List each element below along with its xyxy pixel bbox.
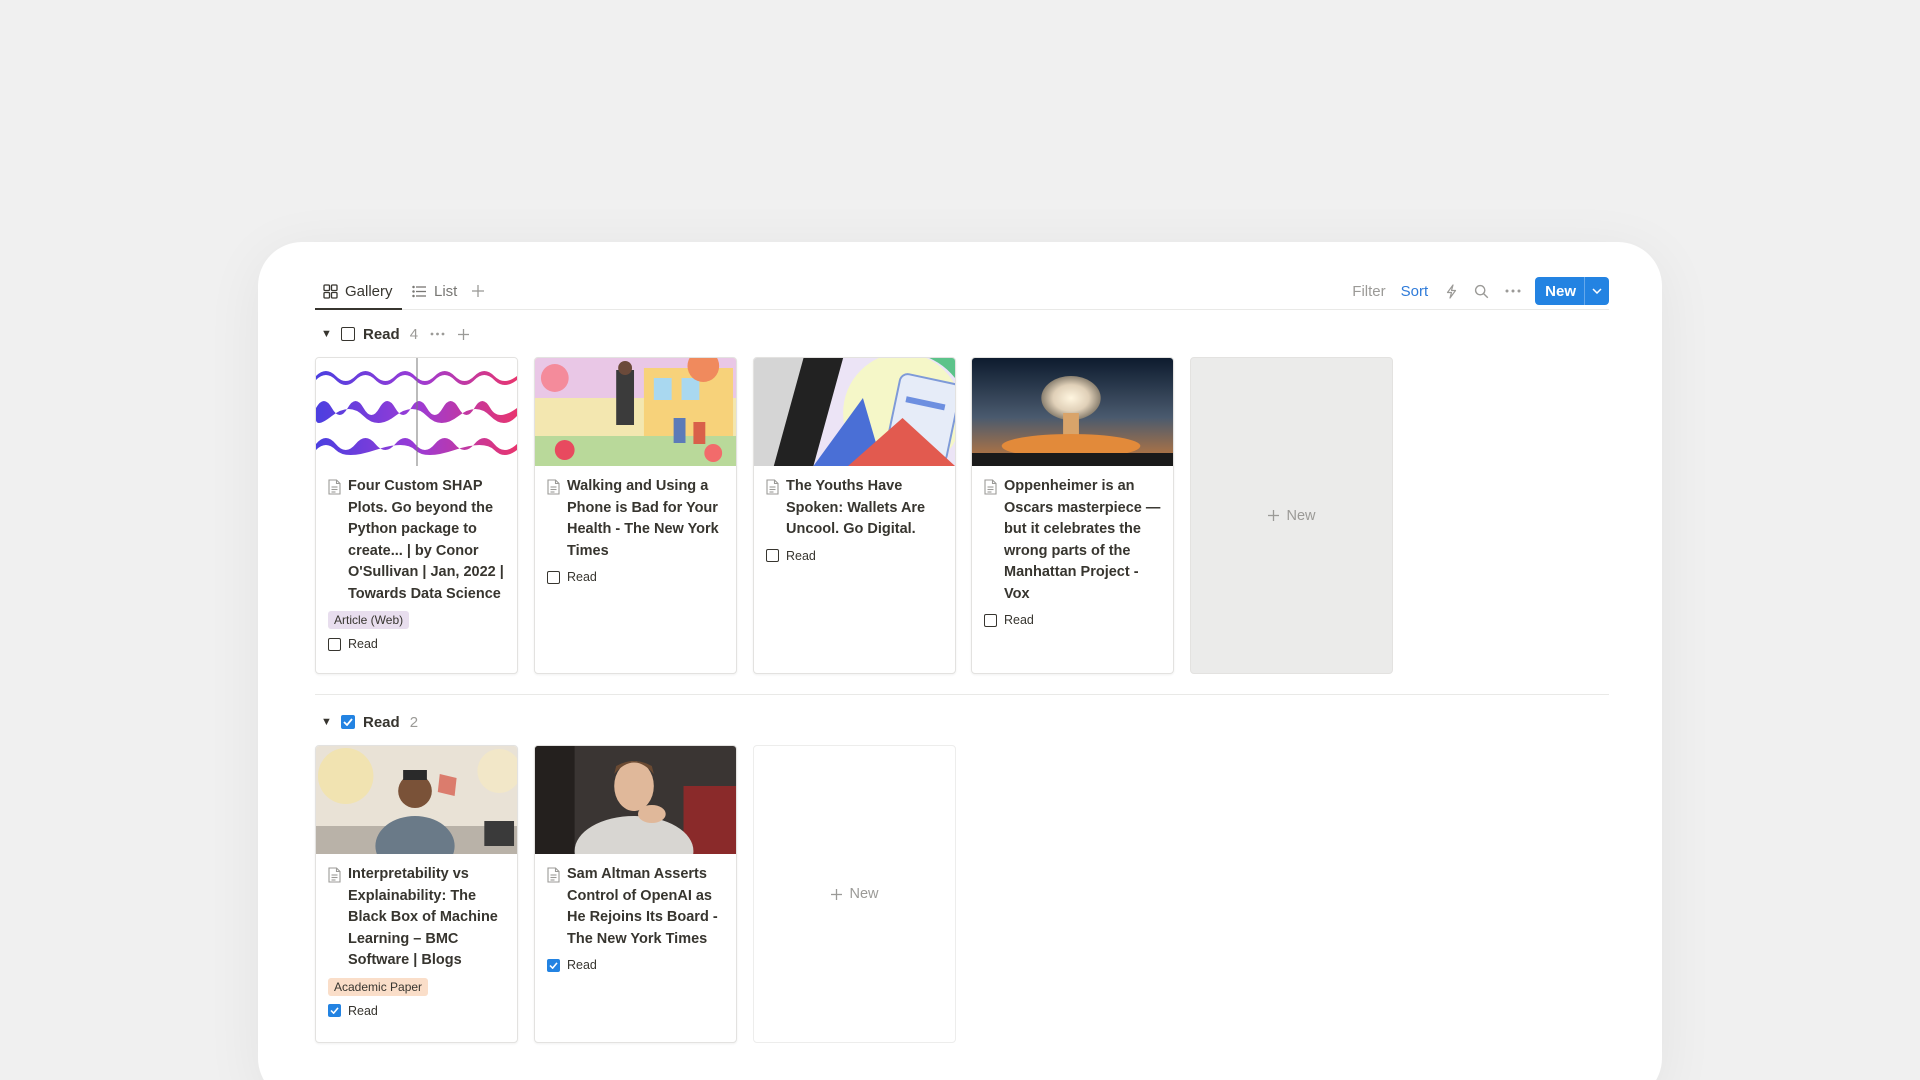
group-add-icon[interactable] xyxy=(457,328,470,341)
plus-icon xyxy=(471,284,485,298)
new-dropdown-button[interactable] xyxy=(1584,277,1609,305)
card-title: Four Custom SHAP Plots. Go beyond the Py… xyxy=(348,478,504,602)
card-title: The Youths Have Spoken: Wallets Are Unco… xyxy=(786,478,926,537)
read-property: Read xyxy=(547,570,724,584)
automation-bolt-icon[interactable] xyxy=(1446,283,1457,299)
card-body: Oppenheimer is an Oscars masterpiece — b… xyxy=(972,466,1173,639)
filter-button[interactable]: Filter xyxy=(1352,283,1385,300)
tab-list[interactable]: List xyxy=(412,272,457,310)
group-checkbox-icon xyxy=(341,715,355,729)
plus-icon xyxy=(831,888,843,900)
read-property: Read xyxy=(328,1004,505,1018)
group-checkbox-icon xyxy=(341,327,355,341)
portrait-photo-image xyxy=(535,746,736,854)
add-view-button[interactable] xyxy=(471,272,485,310)
card-body: Interpretability vs Explainability: The … xyxy=(316,854,517,1030)
card-title: Walking and Using a Phone is Bad for You… xyxy=(567,478,719,559)
group-header-read: ▼ Read 2 xyxy=(321,710,418,734)
card-body: Four Custom SHAP Plots. Go beyond the Py… xyxy=(316,466,517,663)
gallery-card[interactable]: Oppenheimer is an Oscars masterpiece — b… xyxy=(971,357,1174,674)
card-title: Oppenheimer is an Oscars masterpiece — b… xyxy=(1004,478,1161,602)
search-icon[interactable] xyxy=(1474,284,1489,299)
read-label: Read xyxy=(786,548,816,563)
read-label: Read xyxy=(567,570,597,584)
collapse-toggle-icon[interactable]: ▼ xyxy=(321,716,333,728)
tab-list-label: List xyxy=(434,282,458,300)
active-tab-indicator xyxy=(315,308,402,310)
phone-wallet-illustration-image xyxy=(754,358,955,466)
read-property: Read xyxy=(547,958,724,972)
page-icon xyxy=(547,867,560,883)
gallery-card[interactable]: Four Custom SHAP Plots. Go beyond the Py… xyxy=(315,357,518,674)
gallery-card[interactable]: Interpretability vs Explainability: The … xyxy=(315,745,518,1043)
person-holding-cube-image xyxy=(316,746,517,854)
card-title: Interpretability vs Explainability: The … xyxy=(348,866,498,968)
toolbar: Filter Sort New xyxy=(1352,276,1609,306)
page-icon xyxy=(766,479,779,495)
read-property: Read xyxy=(984,613,1161,627)
collapse-toggle-icon[interactable]: ▼ xyxy=(321,328,333,340)
group-more-icon[interactable] xyxy=(430,332,445,336)
group-label: Read xyxy=(363,325,400,343)
audio-waveform-image xyxy=(316,358,517,466)
new-button[interactable]: New xyxy=(1535,277,1584,305)
read-label: Read xyxy=(1004,613,1034,627)
tab-gallery[interactable]: Gallery xyxy=(323,272,393,310)
read-label: Read xyxy=(567,958,597,972)
illustrated-street-scene-image xyxy=(535,358,736,466)
type-tag: Academic Paper xyxy=(328,977,429,996)
read-checkbox[interactable] xyxy=(547,958,560,972)
group-count: 4 xyxy=(409,325,419,343)
read-checkbox[interactable] xyxy=(547,570,560,584)
tab-gallery-label: Gallery xyxy=(345,282,393,300)
more-options-icon[interactable] xyxy=(1505,289,1521,293)
card-title: Sam Altman Asserts Control of OpenAI as … xyxy=(567,866,718,947)
list-icon xyxy=(412,285,427,298)
read-checkbox[interactable] xyxy=(328,1004,341,1017)
group-header-unread: ▼ Read 4 xyxy=(321,322,470,346)
new-card-label: New xyxy=(1286,507,1316,524)
card-body: The Youths Have Spoken: Wallets Are Unco… xyxy=(754,466,955,575)
read-property: Read xyxy=(766,549,943,563)
read-checkbox[interactable] xyxy=(984,613,997,627)
card-body: Walking and Using a Phone is Bad for You… xyxy=(535,466,736,596)
chevron-down-icon xyxy=(1592,288,1602,294)
card-body: Sam Altman Asserts Control of OpenAI as … xyxy=(535,854,736,984)
page-icon xyxy=(984,479,997,495)
group-label: Read xyxy=(363,713,400,731)
checkmark-icon xyxy=(549,961,558,969)
read-label: Read xyxy=(348,637,378,651)
gallery-card[interactable]: Sam Altman Asserts Control of OpenAI as … xyxy=(534,745,737,1043)
gallery-card[interactable]: Walking and Using a Phone is Bad for You… xyxy=(534,357,737,674)
read-property: Read xyxy=(328,637,505,651)
mushroom-cloud-image xyxy=(972,358,1173,466)
database-panel: Gallery List Filter Sort New ▼ Read 4 Fo… xyxy=(258,242,1662,1080)
new-card-label: New xyxy=(849,886,879,902)
new-card-button[interactable]: New xyxy=(1190,357,1393,674)
gallery-card[interactable]: The Youths Have Spoken: Wallets Are Unco… xyxy=(753,357,956,674)
read-checkbox[interactable] xyxy=(766,549,779,562)
sort-button[interactable]: Sort xyxy=(1401,283,1429,300)
type-tag: Article (Web) xyxy=(328,611,410,629)
gallery-icon xyxy=(323,283,338,299)
group-count: 2 xyxy=(409,713,419,731)
plus-icon xyxy=(1268,510,1280,521)
read-label: Read xyxy=(348,1003,378,1018)
group-divider xyxy=(315,694,1609,695)
page-icon xyxy=(328,867,341,883)
new-card-button[interactable]: New xyxy=(753,745,956,1043)
checkmark-icon xyxy=(330,1007,339,1014)
new-button-group: New xyxy=(1535,277,1609,305)
page-icon xyxy=(328,479,341,495)
page-icon xyxy=(547,479,560,495)
view-tab-bar: Gallery List Filter Sort New xyxy=(315,272,1609,310)
read-checkbox[interactable] xyxy=(328,637,341,651)
